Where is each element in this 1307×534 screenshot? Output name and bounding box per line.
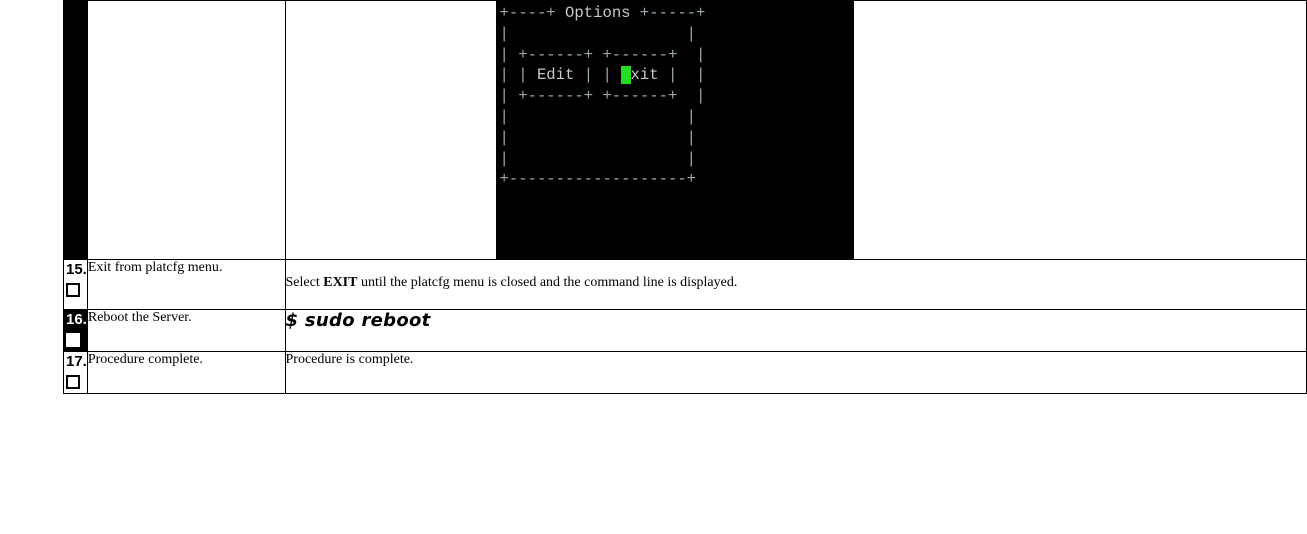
step-cell: 16. [63,309,88,352]
terminal-border: +----+ [499,4,566,22]
options-title: Options [565,4,631,22]
exit-label: xit [630,66,659,85]
step-checkbox[interactable] [66,283,80,297]
terminal-border: | | [499,128,697,147]
step-cell: 17. [63,351,88,394]
terminal-screenshot: +----+ Options +-----+ | | | +------+ +-… [495,1,854,259]
step-checkbox[interactable] [66,333,80,347]
terminal-border: +-----+ [630,4,706,22]
step-cell [63,0,88,260]
table-row-17: 17. Procedure complete. Procedure is com… [63,351,1307,394]
step-number: 15. [66,261,87,278]
terminal-border: | | [499,24,697,43]
terminal-border: | +------+ +------+ | [499,87,706,106]
table-row-14: +----+ Options +-----+ | | | +------+ +-… [63,0,1307,260]
table-row-16: 16. Reboot the Server. $ sudo reboot [63,309,1307,352]
step-description: Exit from platcfg menu. [86,259,286,310]
terminal-border: | | [574,66,622,85]
procedure-table: +----+ Options +-----+ | | | +------+ +-… [63,0,1307,394]
table-row-15: 15. Exit from platcfg menu. Select EXIT … [63,259,1307,310]
step-checkbox[interactable] [66,375,80,389]
exit-button[interactable]: Exit [621,66,659,85]
description-cell [86,0,286,260]
body-text: Select [285,275,324,290]
cursor-highlight: E [621,66,631,85]
step-body: Select EXIT until the platcfg menu is cl… [284,259,1307,310]
edit-button[interactable]: Edit [537,66,574,84]
step-number: 16. [66,311,87,328]
terminal-border: | | [499,66,537,85]
exit-keyword: EXIT [323,275,358,290]
terminal-border: | | [499,149,697,168]
terminal-border: | | [499,107,697,126]
terminal-border: | | [658,66,706,85]
step-description: Reboot the Server. [86,309,286,352]
step-number: 17. [66,353,87,370]
body-text: until the platcfg menu is closed and the… [357,275,738,290]
step-description: Procedure complete. [86,351,286,394]
command-text: $ sudo reboot [284,309,1307,352]
terminal-border: | +------+ +------+ | [499,45,706,64]
step-cell: 15. [63,259,88,310]
terminal-border: +-------------------+ [499,170,697,189]
step-body: Procedure is complete. [284,351,1307,394]
content-cell: +----+ Options +-----+ | | | +------+ +-… [284,0,1307,260]
